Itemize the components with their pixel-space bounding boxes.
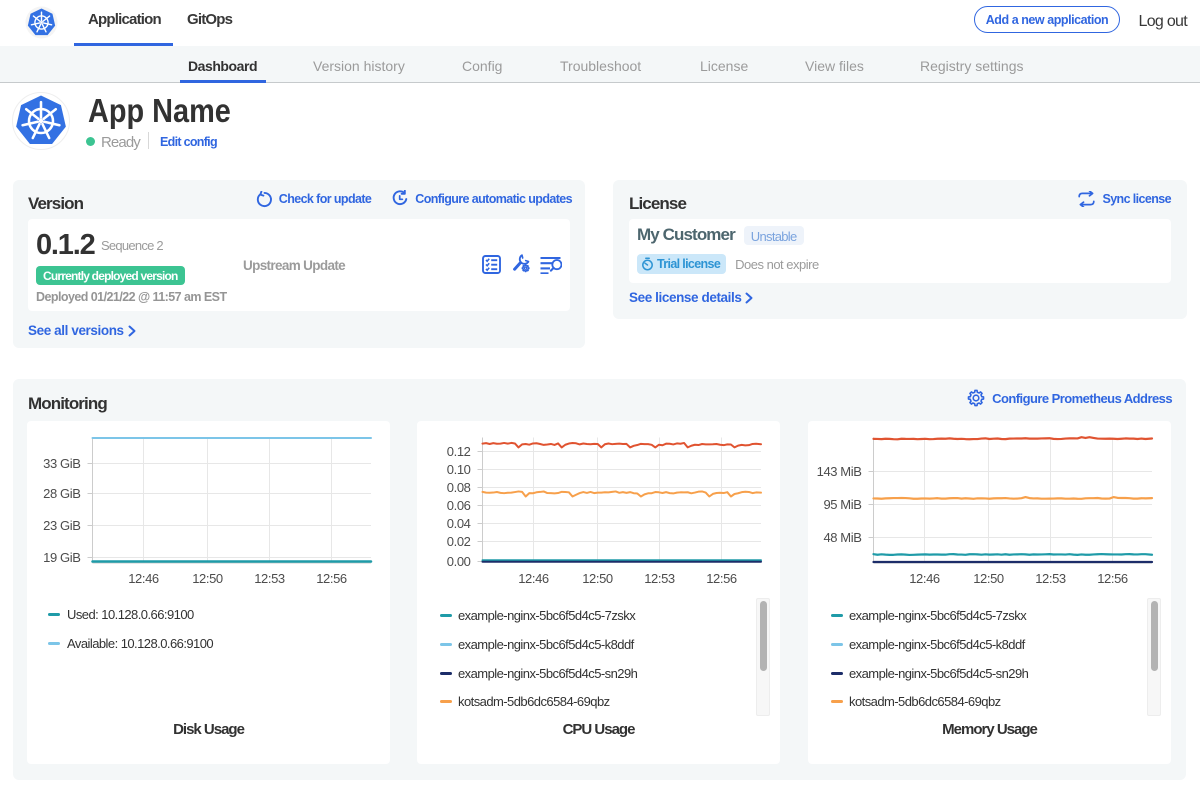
svg-text:0.10: 0.10 <box>447 462 471 477</box>
svg-text:12:53: 12:53 <box>1035 571 1066 586</box>
svg-text:19 GiB: 19 GiB <box>43 550 80 565</box>
svg-text:0.12: 0.12 <box>447 444 471 459</box>
svg-text:12:50: 12:50 <box>582 571 613 586</box>
svg-text:28 GiB: 28 GiB <box>43 486 80 501</box>
svg-text:12:50: 12:50 <box>973 571 1004 586</box>
svg-text:12:56: 12:56 <box>1097 571 1128 586</box>
svg-text:33 GiB: 33 GiB <box>43 456 80 471</box>
svg-text:0.00: 0.00 <box>447 554 471 569</box>
svg-text:12:53: 12:53 <box>254 571 285 586</box>
svg-text:12:46: 12:46 <box>909 571 940 586</box>
svg-text:12:50: 12:50 <box>192 571 223 586</box>
svg-text:0.06: 0.06 <box>447 498 471 513</box>
svg-text:12:53: 12:53 <box>644 571 675 586</box>
svg-text:12:56: 12:56 <box>316 571 347 586</box>
svg-text:48 MiB: 48 MiB <box>823 530 861 545</box>
svg-text:12:56: 12:56 <box>706 571 737 586</box>
svg-text:0.02: 0.02 <box>447 534 471 549</box>
svg-text:0.04: 0.04 <box>447 516 471 531</box>
svg-text:143 MiB: 143 MiB <box>817 464 862 479</box>
svg-text:95 MiB: 95 MiB <box>823 497 861 512</box>
svg-text:12:46: 12:46 <box>128 571 159 586</box>
svg-text:0.08: 0.08 <box>447 480 471 495</box>
svg-text:12:46: 12:46 <box>518 571 549 586</box>
svg-text:23 GiB: 23 GiB <box>43 518 80 533</box>
